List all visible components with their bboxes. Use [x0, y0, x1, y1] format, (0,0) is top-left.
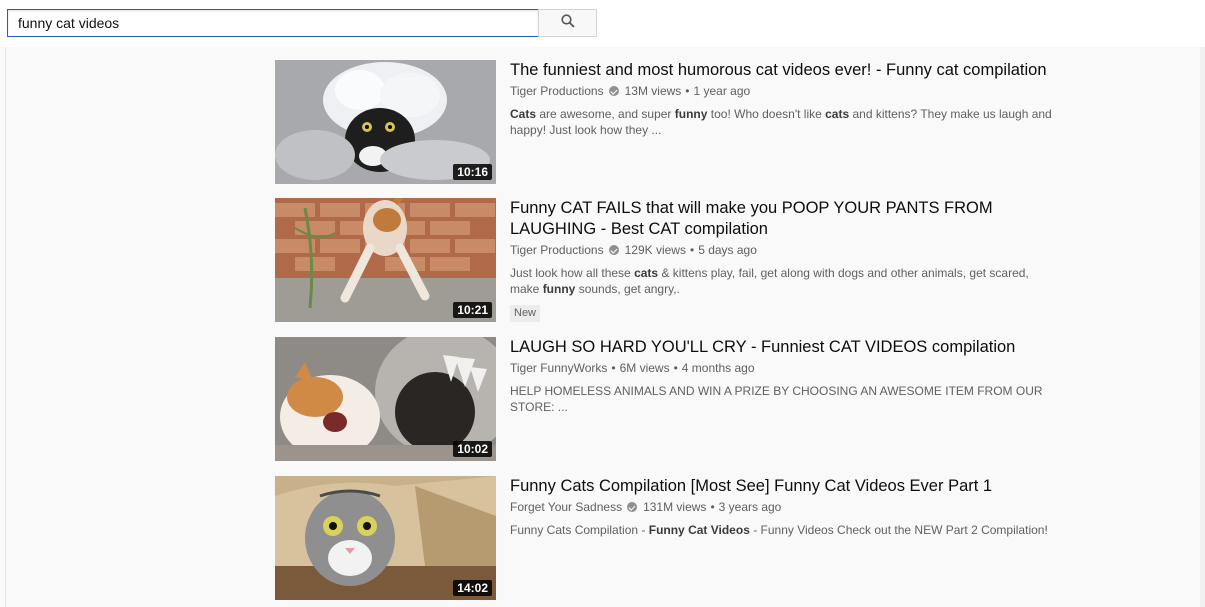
description-text: Funny Cats Compilation - — [510, 523, 649, 537]
channel-name[interactable]: Tiger FunnyWorks — [510, 360, 607, 376]
video-description: HELP HOMELESS ANIMALS AND WIN A PRIZE BY… — [510, 383, 1055, 415]
top-bar — [0, 0, 1205, 47]
video-info: LAUGH SO HARD YOU'LL CRY - Funniest CAT … — [510, 337, 1055, 415]
description-text: Just look how all these — [510, 266, 635, 280]
channel-name[interactable]: Tiger Productions — [510, 242, 604, 258]
video-info: Funny Cats Compilation [Most See] Funny … — [510, 476, 1055, 538]
search-button[interactable] — [538, 9, 597, 37]
video-meta: Tiger FunnyWorks • 6M views • 4 months a… — [510, 360, 1055, 376]
video-result[interactable]: 14:02 Funny Cats Compilation [Most See] … — [275, 476, 1065, 600]
video-thumbnail[interactable]: 10:16 — [275, 60, 496, 184]
upload-age: 4 months ago — [681, 361, 755, 375]
highlighted-term: funny — [674, 107, 708, 121]
new-badge: New — [510, 305, 541, 322]
description-text: are awesome, and super — [536, 107, 675, 121]
video-thumbnail[interactable]: 10:02 — [275, 337, 496, 461]
video-description: Just look how all these cats & kittens p… — [510, 265, 1055, 297]
video-meta: Forget Your Sadness 131M views • 3 years… — [510, 499, 1055, 515]
view-count: 13M views — [624, 84, 682, 98]
video-title[interactable]: The funniest and most humorous cat video… — [510, 60, 1055, 81]
search-input[interactable] — [8, 10, 538, 36]
video-duration: 14:02 — [453, 580, 492, 596]
video-duration: 10:16 — [453, 164, 492, 180]
scrollbar-track[interactable] — [1200, 47, 1205, 607]
search-box[interactable] — [7, 9, 539, 37]
video-result[interactable]: 10:02 LAUGH SO HARD YOU'LL CRY - Funnies… — [275, 337, 1065, 461]
description-text: HELP HOMELESS ANIMALS AND WIN A PRIZE BY… — [510, 384, 1043, 414]
channel-name[interactable]: Tiger Productions — [510, 83, 604, 99]
channel-name[interactable]: Forget Your Sadness — [510, 499, 622, 515]
video-meta: Tiger Productions 129K views • 5 days ag… — [510, 242, 1055, 258]
video-thumbnail[interactable]: 14:02 — [275, 476, 496, 600]
highlighted-term: cats — [634, 266, 659, 280]
view-count: 6M views — [619, 361, 670, 375]
video-title[interactable]: LAUGH SO HARD YOU'LL CRY - Funniest CAT … — [510, 337, 1055, 358]
video-result[interactable]: 10:16 The funniest and most humorous cat… — [275, 60, 1065, 184]
video-info: Funny CAT FAILS that will make you POOP … — [510, 198, 1055, 322]
video-meta: Tiger Productions 13M views • 1 year ago — [510, 83, 1055, 99]
highlighted-term: Funny Cat Videos — [648, 523, 750, 537]
video-description: Funny Cats Compilation - Funny Cat Video… — [510, 522, 1055, 538]
separator-dot: • — [710, 500, 715, 514]
verified-icon — [627, 502, 638, 512]
description-text: - Funny Videos Check out the NEW Part 2 … — [749, 523, 1048, 537]
left-rail — [0, 47, 6, 607]
verified-icon — [608, 245, 619, 255]
video-duration: 10:21 — [453, 302, 492, 318]
video-thumbnail[interactable]: 10:21 — [275, 198, 496, 322]
view-count: 131M views — [643, 500, 707, 514]
search-icon — [560, 13, 575, 33]
description-text: sounds, get angry,. — [575, 282, 680, 296]
verified-icon — [608, 86, 619, 96]
highlighted-term: Cats — [510, 107, 537, 121]
upload-age: 1 year ago — [693, 84, 751, 98]
separator-dot: • — [673, 361, 678, 375]
video-info: The funniest and most humorous cat video… — [510, 60, 1055, 138]
highlighted-term: funny — [542, 282, 576, 296]
video-duration: 10:02 — [453, 441, 492, 457]
view-count: 129K views — [624, 243, 686, 257]
upload-age: 5 days ago — [698, 243, 757, 257]
description-text: too! Who doesn't like — [707, 107, 826, 121]
separator-dot: • — [685, 84, 690, 98]
upload-age: 3 years ago — [718, 500, 782, 514]
highlighted-term: cats — [825, 107, 850, 121]
video-description: Cats are awesome, and super funny too! W… — [510, 106, 1055, 138]
separator-dot: • — [689, 243, 695, 257]
video-title[interactable]: Funny Cats Compilation [Most See] Funny … — [510, 476, 1055, 497]
video-result[interactable]: 10:21 Funny CAT FAILS that will make you… — [275, 198, 1065, 322]
separator-dot: • — [611, 361, 616, 375]
video-title[interactable]: Funny CAT FAILS that will make you POOP … — [510, 198, 1055, 240]
